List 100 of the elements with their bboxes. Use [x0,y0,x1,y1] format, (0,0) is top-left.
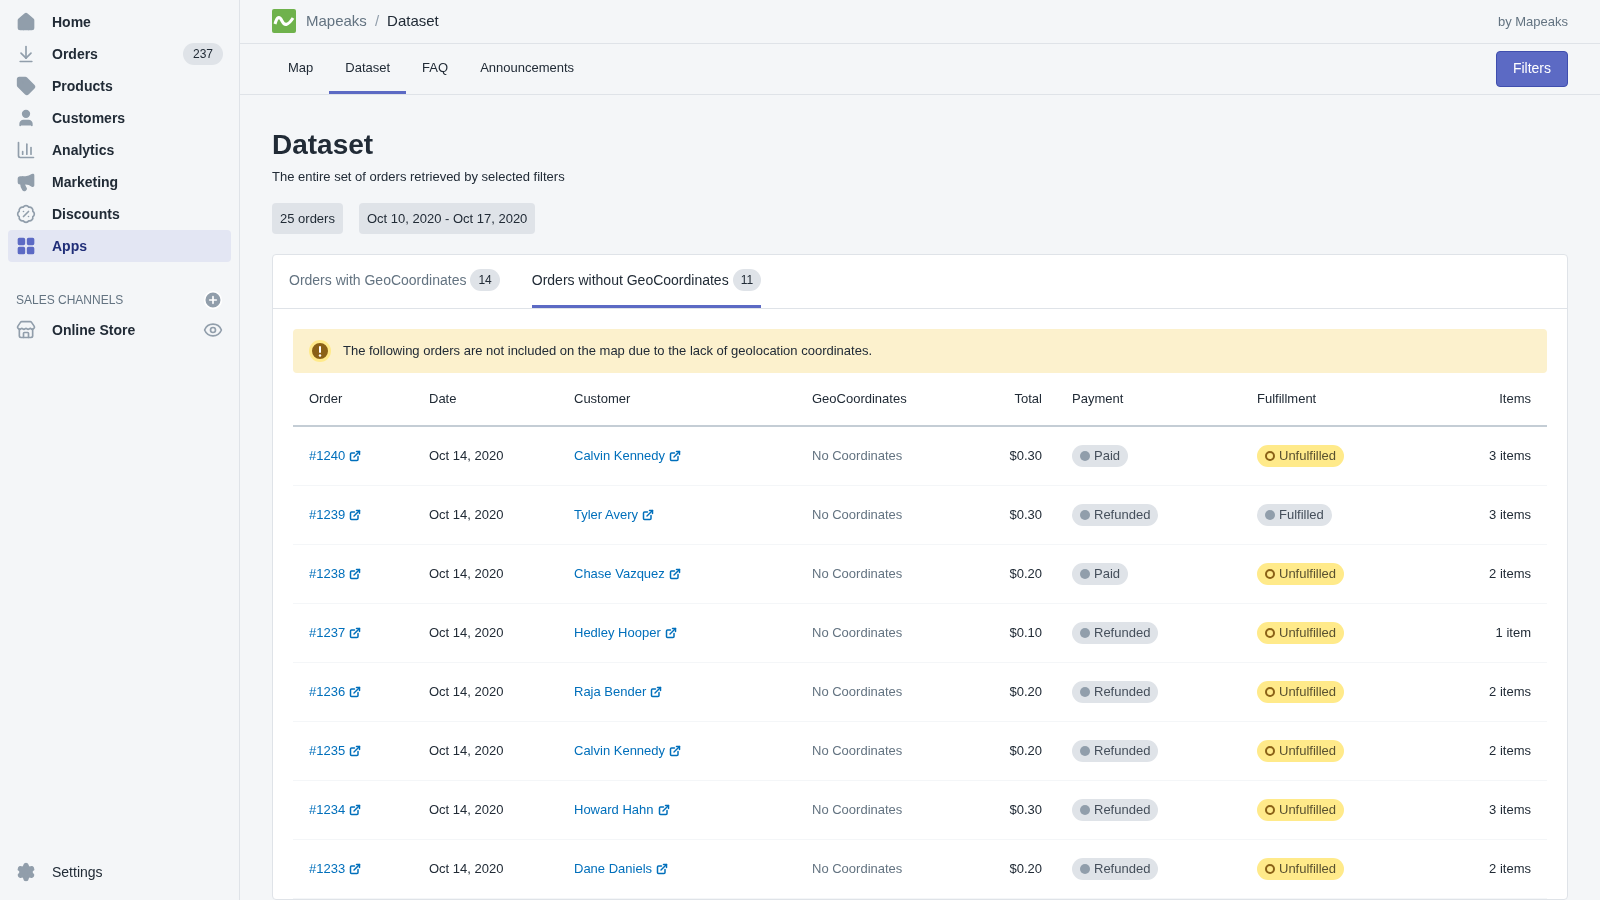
external-link-icon [349,509,362,521]
sidebar-item[interactable]: Customers [8,102,231,134]
breadcrumb-link[interactable]: Mapeaks [306,10,367,33]
table-cell-text: No Coordinates [812,801,904,820]
external-link-icon [349,745,362,757]
nav-tab[interactable]: FAQ [406,43,465,94]
external-link-icon [656,863,669,875]
table-cell-text: Oct 14, 2020 [429,683,505,702]
table-cell-text: No Coordinates [812,624,904,643]
status-badge: Paid [1072,563,1129,585]
customer-link[interactable]: Tyler Avery [574,505,655,525]
customer-link[interactable]: Howard Hahn [574,800,670,820]
external-link-icon [349,568,362,580]
order-link[interactable]: #1233 [309,859,362,879]
external-link-icon [664,627,677,639]
status-badge: Refunded [1072,622,1159,644]
table-cell-text: Oct 14, 2020 [429,565,505,584]
sidebar-item[interactable]: Marketing [8,166,231,198]
tab[interactable]: Orders without GeoCoordinates 11 [531,255,762,308]
tab[interactable]: Orders with GeoCoordinates 14 [289,255,500,308]
megaphone-icon [16,172,36,192]
column-header: Date [429,390,458,409]
filters-button[interactable]: Filters [1495,50,1568,87]
column-header: Customer [574,390,632,409]
table-cell-text: No Coordinates [812,742,904,761]
status-badge: Refunded [1072,740,1159,762]
sidebar-item[interactable]: Online Store [8,314,231,346]
percent-badge-icon [16,204,36,224]
nav-tab[interactable]: Map [272,43,330,94]
store-icon [16,320,36,340]
table-cell-text: Oct 14, 2020 [429,742,505,761]
order-link[interactable]: #1239 [309,505,362,525]
status-badge: Unfulfilled [1257,799,1345,821]
sidebar-item[interactable]: Discounts [8,198,231,230]
column-header: Order [309,390,344,409]
status-badge: Refunded [1072,681,1159,703]
external-link-icon [349,804,362,816]
table-cell-text: $0.20 [1008,683,1042,702]
logo-icon [272,9,296,34]
table-cell-text: No Coordinates [812,683,904,702]
external-link-icon [657,804,670,816]
warning-icon [309,340,331,362]
status-badge: Fulfilled [1257,504,1332,526]
sidebar-item[interactable]: Orders 237 [8,38,231,70]
author-text: by Mapeaks [1497,12,1568,31]
status-badge: Unfulfilled [1257,445,1345,467]
column-header: Total [1013,390,1042,409]
page-subtitle: The entire set of orders retrieved by selected filters [272,168,566,186]
count-badge: 11 [732,269,762,291]
order-link[interactable]: #1237 [309,623,362,643]
sidebar-item[interactable]: Analytics [8,134,231,166]
table-cell-text: 2 items [1488,860,1531,879]
customer-link[interactable]: Calvin Kennedy [574,741,682,761]
count-badge: 14 [470,269,500,291]
page-title: Dataset [272,128,375,162]
order-link[interactable]: #1240 [309,446,362,466]
nav-tab[interactable]: Announcements [464,43,591,94]
customer-link[interactable]: Hedley Hooper [574,623,677,643]
column-header: GeoCoordinates [812,390,908,409]
eye-icon[interactable] [203,320,223,340]
sidebar-item[interactable]: Products [8,70,231,102]
table-cell-text: Oct 14, 2020 [429,801,505,820]
sidebar-item[interactable]: Apps [8,230,231,262]
tag: Oct 10, 2020 - Oct 17, 2020 [358,202,536,234]
order-link[interactable]: #1235 [309,741,362,761]
table-cell-text: No Coordinates [812,506,904,525]
column-header: Items [1498,390,1531,409]
tag-icon [16,76,36,96]
column-header: Payment [1071,390,1125,409]
table-cell-text: Oct 14, 2020 [429,447,505,466]
table-cell-text: $0.20 [1008,860,1042,879]
column-header: Fulfillment [1257,390,1318,409]
table-cell-text: Oct 14, 2020 [429,506,505,525]
order-link[interactable]: #1236 [309,682,362,702]
home-icon [16,12,36,32]
nav-tab[interactable]: Dataset [329,43,407,94]
order-link[interactable]: #1238 [309,564,362,584]
status-badge: Refunded [1072,858,1159,880]
table-cell-text: $0.20 [1008,742,1042,761]
status-badge: Unfulfilled [1257,858,1345,880]
external-link-icon [642,509,655,521]
table-cell-text: 2 items [1488,565,1531,584]
status-badge: Refunded [1072,799,1159,821]
status-badge: Refunded [1072,504,1159,526]
table-cell-text: $0.20 [1008,565,1042,584]
table-cell-text: No Coordinates [812,565,904,584]
customer-link[interactable]: Raja Bender [574,682,663,702]
external-link-icon [349,627,362,639]
customer-link[interactable]: Dane Daniels [574,859,669,879]
add-icon[interactable] [203,290,223,310]
sidebar-item[interactable]: Home [8,6,231,38]
customer-link[interactable]: Chase Vazquez [574,564,681,584]
customer-link[interactable]: Calvin Kennedy [574,446,682,466]
status-badge: Unfulfilled [1257,740,1345,762]
table-cell-text: No Coordinates [812,447,904,466]
order-link[interactable]: #1234 [309,800,362,820]
sidebar-item[interactable]: Settings [8,856,231,888]
section-heading: SALES CHANNELS [16,292,124,309]
table-cell-text: 1 item [1494,624,1531,643]
table-cell-text: $0.30 [1008,447,1042,466]
